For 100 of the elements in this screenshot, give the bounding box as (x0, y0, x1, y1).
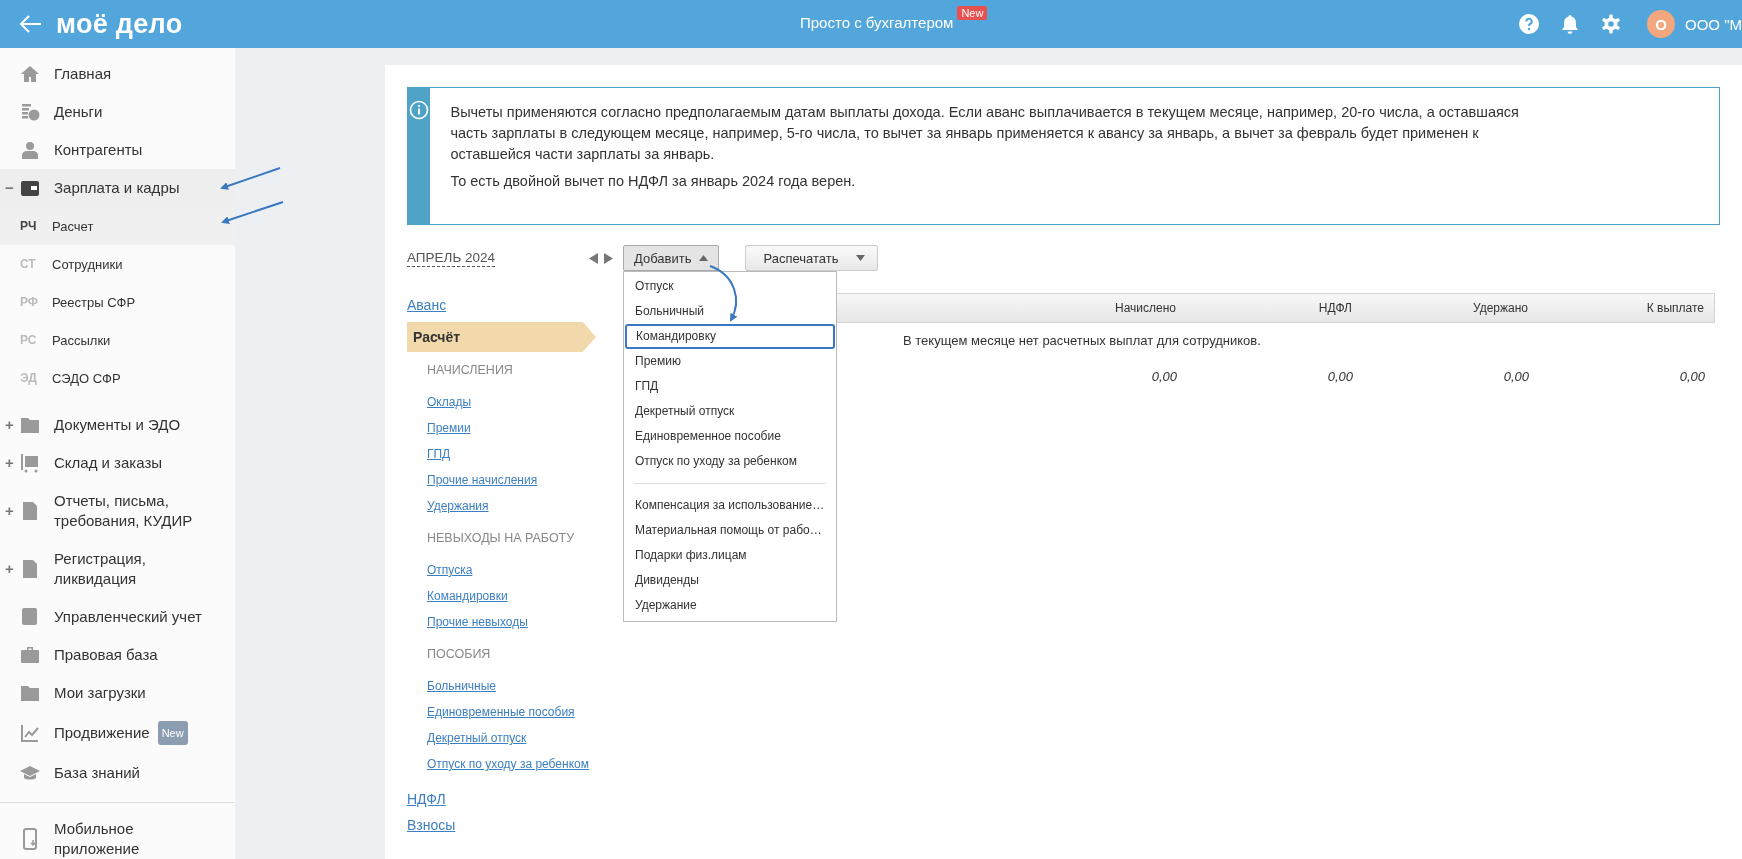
sidebar-item[interactable]: + Склад и заказы (0, 444, 235, 482)
expand-toggle[interactable]: + (5, 415, 14, 435)
expand-toggle[interactable]: + (5, 453, 14, 473)
sidebar-label: Реестры СФР (52, 294, 136, 310)
sidebar-label: Рассылки (52, 332, 111, 348)
annotation-arrow (220, 167, 281, 190)
person-icon (20, 140, 40, 160)
column-header: К выплате (1645, 301, 1704, 315)
bell-icon[interactable] (1561, 14, 1579, 34)
menu-item[interactable]: Отпуск (625, 274, 835, 299)
nav-link[interactable]: Прочие начисления (407, 472, 538, 498)
empty-message: В текущем месяце нет расчетных выплат для сотрудников. (903, 333, 1261, 349)
period-selector[interactable]: АПРЕЛЬ 2024 (407, 249, 496, 267)
sidebar-subitem[interactable]: РФ Реестры СФР (0, 283, 235, 321)
sidebar-item[interactable]: Главная (0, 55, 235, 93)
nav-link[interactable]: НДФЛ (407, 790, 446, 816)
sidebar-item[interactable]: + Отчеты, письма, требования, КУДИР (0, 482, 235, 540)
document-icon (20, 559, 40, 579)
sidebar-label: Мобильное приложение (54, 819, 141, 859)
nav-link[interactable]: Взносы (407, 816, 456, 842)
help-icon[interactable] (1519, 14, 1539, 34)
expand-toggle[interactable]: + (5, 559, 14, 579)
section-abbreviation: РФ (20, 295, 40, 309)
sidebar-item[interactable]: База знаний (0, 754, 235, 792)
menu-item[interactable]: Компенсация за использование… (625, 493, 835, 518)
column-header: Удержано (1471, 301, 1528, 315)
sidebar-label: Продвижение (54, 723, 150, 743)
caret-icon (856, 255, 866, 261)
nav-link[interactable]: ГПД (407, 446, 451, 472)
previous-icon[interactable] (589, 252, 598, 264)
nav-link[interactable]: Больничные (407, 678, 497, 704)
menu-item[interactable]: Премию (625, 349, 835, 374)
nav-link[interactable]: Отпуска (407, 562, 473, 588)
sidebar-label: Мои загрузки (54, 683, 146, 703)
expand-toggle[interactable]: + (5, 501, 14, 521)
sidebar-label: Регистрация, ликвидация (54, 549, 147, 589)
menu-item[interactable]: Материальная помощь от рабо… (625, 518, 835, 543)
sidebar-label: Зарплата и кадры (54, 178, 180, 198)
new-badge: New (957, 6, 988, 20)
menu-item[interactable]: Отпуск по уходу за ребенком (625, 449, 835, 474)
nav-section-heading: НАЧИСЛЕНИЯ (426, 362, 513, 379)
sidebar-item[interactable]: Правовая база (0, 636, 235, 674)
add-button[interactable]: Добавить (623, 245, 720, 271)
nav-link[interactable]: Прочие невыходы (407, 614, 528, 640)
sidebar-label: Расчет (52, 218, 94, 234)
menu-item[interactable]: Удержание (625, 593, 835, 618)
print-button[interactable]: Распечатать (745, 245, 879, 271)
sidebar-item[interactable]: Продвижение New (0, 712, 235, 754)
sidebar-label: Управленческий учет (54, 607, 202, 627)
sidebar-subitem[interactable]: СТ Сотрудники (0, 245, 235, 283)
menu-item[interactable]: Декретный отпуск (625, 399, 835, 424)
sidebar-item[interactable]: Мои загрузки (0, 674, 235, 712)
sidebar-label: Правовая база (54, 645, 158, 665)
sidebar-label: Деньги (54, 102, 103, 122)
briefcase-icon (20, 645, 40, 665)
sidebar-item[interactable]: Контрагенты (0, 131, 235, 169)
back-arrow-icon[interactable] (20, 15, 42, 33)
next-icon[interactable] (604, 252, 613, 264)
info-icon (409, 100, 430, 120)
folder-icon (20, 683, 40, 703)
nav-link[interactable]: Аванс (407, 296, 447, 322)
nav-link[interactable]: Удержания (407, 498, 489, 524)
sidebar-label: Склад и заказы (54, 453, 163, 473)
sidebar-label: Документы и ЭДО (54, 415, 181, 435)
coins-icon (20, 102, 40, 122)
document-icon (20, 501, 40, 521)
expand-toggle[interactable]: − (5, 178, 14, 198)
sidebar-subitem[interactable]: ЭД СЭДО СФР (0, 359, 235, 397)
sidebar-item[interactable]: + Регистрация, ликвидация (0, 540, 235, 598)
menu-item[interactable]: Единовременное пособие (625, 424, 835, 449)
menu-item[interactable]: Подарки физ.лицам (625, 543, 835, 568)
menu-item[interactable]: Командировку (625, 324, 835, 349)
chart-icon (20, 723, 40, 743)
sidebar-label: Главная (54, 64, 112, 84)
sidebar-item[interactable]: − Зарплата и кадры (0, 169, 235, 207)
menu-item[interactable]: ГПД (625, 374, 835, 399)
nav-link[interactable]: Премии (407, 420, 471, 446)
cart-icon (20, 453, 40, 473)
sidebar-item[interactable]: + Документы и ЭДО (0, 406, 235, 444)
menu-item[interactable]: Больничный (625, 299, 835, 324)
sidebar-subitem[interactable]: РС Рассылки (0, 321, 235, 359)
nav-link[interactable]: Декретный отпуск (407, 730, 527, 756)
settings-icon[interactable] (1601, 14, 1621, 34)
info-paragraph: Вычеты применяются согласно предполагаемым датам выплаты дохода. Если аванс выплачивается в текущем месяце, например, 20-го числа, а оставшаяся часть зарплаты в следующем месяце, например, 5-го числа, то вычет за январь применяется к авансу за январь, а вычет за февраль будет применен к оставшейся части зарплаты за январь. (450, 103, 1520, 164)
active-nav-item[interactable]: Расчёт (407, 322, 596, 352)
nav-link[interactable]: Единовременные пособия (407, 704, 575, 730)
sidebar-subitem[interactable]: РЧ Расчет (0, 207, 235, 245)
nav-link[interactable]: Командировки (407, 588, 508, 614)
section-abbreviation: ЭД (20, 371, 38, 385)
sidebar-item[interactable]: Деньги (0, 93, 235, 131)
section-abbreviation: РЧ (20, 219, 38, 233)
new-badge: New (157, 721, 188, 745)
menu-item[interactable]: Дивиденды (625, 568, 835, 593)
wallet-icon (20, 178, 40, 198)
sidebar-item[interactable]: Управленческий учет (0, 598, 235, 636)
nav-section-heading: ПОСОБИЯ (426, 646, 491, 663)
nav-link[interactable]: Отпуск по уходу за ребенком (407, 756, 589, 782)
column-header: Начислено (1114, 301, 1176, 315)
nav-link[interactable]: Оклады (407, 394, 472, 420)
sidebar-label: Отчеты, письма, требования, КУДИР (54, 491, 194, 531)
